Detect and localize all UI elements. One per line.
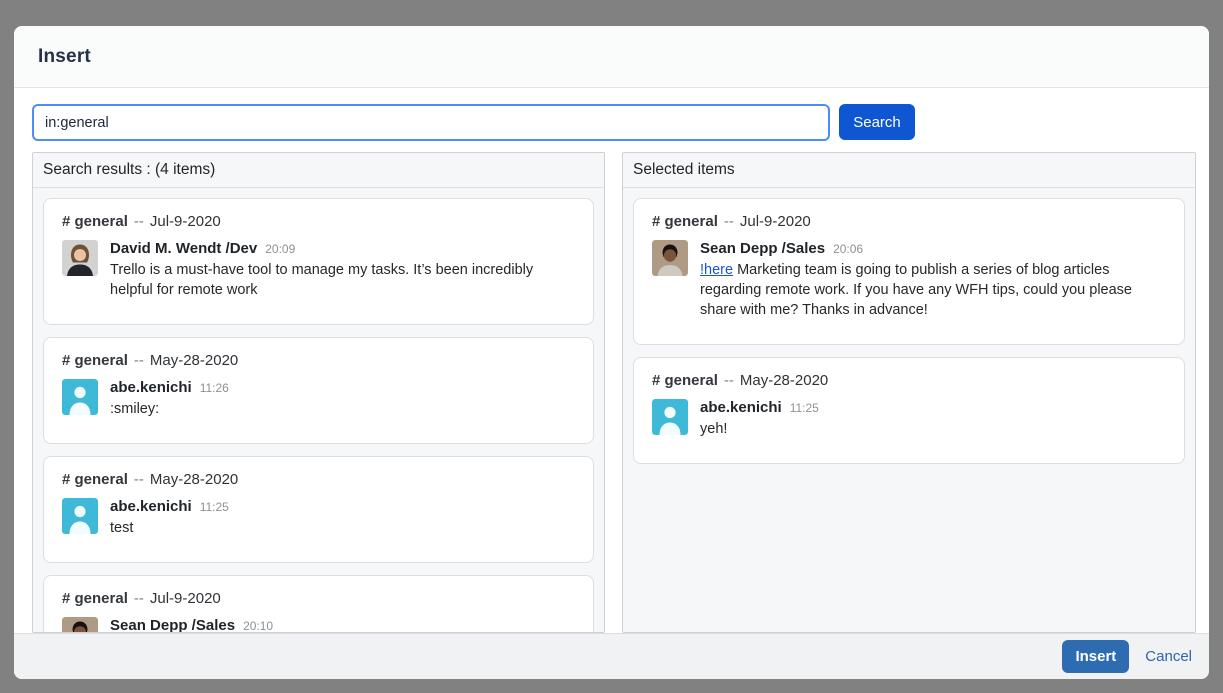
message-time: 11:26 xyxy=(200,381,229,395)
message-card-header: # general -- May-28-2020 xyxy=(62,352,575,369)
message-time: 20:06 xyxy=(833,242,863,256)
channel-name: # general xyxy=(62,471,128,488)
message-card[interactable]: # general -- May-28-2020 abe.kenichi 11:25 ye… xyxy=(633,357,1185,464)
message-text-content: test xyxy=(110,520,133,536)
message-body: David M. Wendt /Dev 20:09 Trello is a must… xyxy=(110,240,575,300)
message-card[interactable]: # general -- Jul-9-2020 David M. Wendt /Dev… xyxy=(43,198,594,325)
message-date: Jul-9-2020 xyxy=(150,213,221,230)
channel-date-separator: -- xyxy=(134,590,144,607)
message-body: abe.kenichi 11:25 test xyxy=(110,498,575,538)
search-results-list: # general -- Jul-9-2020 David M. Wendt /Dev… xyxy=(33,188,604,632)
channel-date-separator: -- xyxy=(134,471,144,488)
message-text: test xyxy=(110,518,575,538)
author-name: abe.kenichi xyxy=(110,379,192,396)
message-text: :smiley: xyxy=(110,399,575,419)
message-text: yeh! xyxy=(700,419,1166,439)
message-text: !here Marketing team is going to publish… xyxy=(700,260,1166,320)
message-body: abe.kenichi 11:26 :smiley: xyxy=(110,379,575,419)
search-row: Search xyxy=(14,88,1209,152)
dialog-footer: Insert Cancel xyxy=(14,633,1209,679)
channel-date-separator: -- xyxy=(134,352,144,369)
author-name: abe.kenichi xyxy=(110,498,192,515)
message-card-header: # general -- May-28-2020 xyxy=(652,372,1166,389)
insert-button[interactable]: Insert xyxy=(1062,640,1129,673)
message-card-header: # general -- Jul-9-2020 xyxy=(62,590,575,607)
author-row: abe.kenichi 11:25 xyxy=(700,399,1166,419)
channel-date-separator: -- xyxy=(724,213,734,230)
insert-dialog: Insert Search Search results : (4 items)… xyxy=(14,26,1209,679)
author-row: David M. Wendt /Dev 20:09 xyxy=(110,240,575,260)
channel-name: # general xyxy=(62,213,128,230)
channel-name: # general xyxy=(62,590,128,607)
channel-date-separator: -- xyxy=(134,213,144,230)
message-date: May-28-2020 xyxy=(150,352,238,369)
channel-name: # general xyxy=(652,372,718,389)
message-card-header: # general -- Jul-9-2020 xyxy=(652,213,1166,230)
message-row: abe.kenichi 11:26 :smiley: xyxy=(62,379,575,419)
message-row: Sean Depp /Sales 20:06 !here Marketing tea… xyxy=(652,240,1166,320)
message-time: 20:10 xyxy=(243,619,273,632)
channel-name: # general xyxy=(62,352,128,369)
selected-items-header: Selected items xyxy=(623,153,1195,188)
author-row: abe.kenichi 11:26 xyxy=(110,379,575,399)
message-date: May-28-2020 xyxy=(740,372,828,389)
message-time: 20:09 xyxy=(265,242,295,256)
avatar-default-user xyxy=(652,399,688,435)
cancel-button[interactable]: Cancel xyxy=(1145,648,1192,665)
selected-items-list: # general -- Jul-9-2020 Sean Depp /Sales 20:… xyxy=(623,188,1195,632)
author-name: David M. Wendt /Dev xyxy=(110,240,257,257)
avatar-photo-man xyxy=(652,240,688,276)
message-row: Sean Depp /Sales 20:10 xyxy=(62,617,575,632)
message-card-header: # general -- Jul-9-2020 xyxy=(62,213,575,230)
message-card[interactable]: # general -- May-28-2020 abe.kenichi 11:26 :s… xyxy=(43,337,594,444)
avatar-photo-man xyxy=(62,617,98,632)
message-text-content: :smiley: xyxy=(110,401,159,417)
message-card-header: # general -- May-28-2020 xyxy=(62,471,575,488)
message-date: Jul-9-2020 xyxy=(740,213,811,230)
panels-container: Search results : (4 items) # general -- Ju… xyxy=(14,152,1209,633)
message-date: Jul-9-2020 xyxy=(150,590,221,607)
here-mention-link[interactable]: !here xyxy=(700,262,733,278)
dialog-title: Insert xyxy=(38,46,91,68)
avatar-default-user xyxy=(62,498,98,534)
channel-date-separator: -- xyxy=(724,372,734,389)
avatar-photo-woman xyxy=(62,240,98,276)
message-row: abe.kenichi 11:25 yeh! xyxy=(652,399,1166,439)
message-row: abe.kenichi 11:25 test xyxy=(62,498,575,538)
message-card[interactable]: # general -- Jul-9-2020 Sean Depp /Sales 20:… xyxy=(43,575,594,632)
search-input[interactable] xyxy=(32,104,830,141)
author-name: abe.kenichi xyxy=(700,399,782,416)
message-body: Sean Depp /Sales 20:10 xyxy=(110,617,575,632)
search-results-header: Search results : (4 items) xyxy=(33,153,604,188)
message-date: May-28-2020 xyxy=(150,471,238,488)
message-text: Trello is a must-have tool to manage my … xyxy=(110,260,575,300)
author-row: Sean Depp /Sales 20:10 xyxy=(110,617,575,632)
message-time: 11:25 xyxy=(790,401,819,415)
message-time: 11:25 xyxy=(200,500,229,514)
message-card[interactable]: # general -- May-28-2020 abe.kenichi 11:25 te… xyxy=(43,456,594,563)
message-body: abe.kenichi 11:25 yeh! xyxy=(700,399,1166,439)
author-name: Sean Depp /Sales xyxy=(700,240,825,257)
message-text-content: yeh! xyxy=(700,421,727,437)
channel-name: # general xyxy=(652,213,718,230)
message-card[interactable]: # general -- Jul-9-2020 Sean Depp /Sales 20:… xyxy=(633,198,1185,345)
dialog-header: Insert xyxy=(14,26,1209,88)
selected-items-panel: Selected items # general -- Jul-9-2020 Sean… xyxy=(622,152,1196,633)
author-row: abe.kenichi 11:25 xyxy=(110,498,575,518)
search-button[interactable]: Search xyxy=(839,104,915,140)
message-text-content: Trello is a must-have tool to manage my … xyxy=(110,262,533,298)
message-body: Sean Depp /Sales 20:06 !here Marketing tea… xyxy=(700,240,1166,320)
message-row: David M. Wendt /Dev 20:09 Trello is a must… xyxy=(62,240,575,300)
message-text-rest: Marketing team is going to publish a ser… xyxy=(700,262,1132,318)
author-row: Sean Depp /Sales 20:06 xyxy=(700,240,1166,260)
avatar-default-user xyxy=(62,379,98,415)
search-results-panel: Search results : (4 items) # general -- Ju… xyxy=(32,152,605,633)
author-name: Sean Depp /Sales xyxy=(110,617,235,632)
